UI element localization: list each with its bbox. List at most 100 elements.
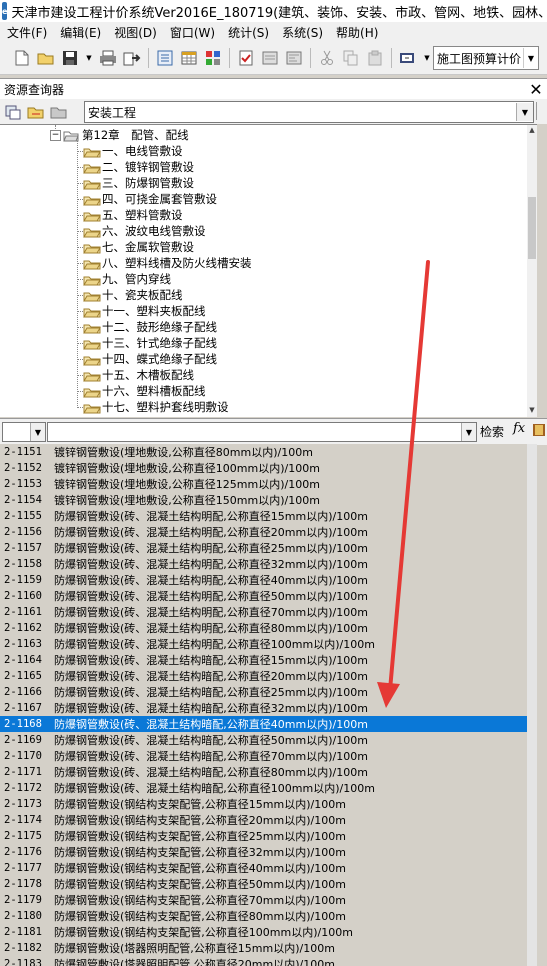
chevron-down-icon[interactable]: ▼	[461, 423, 476, 441]
tools-icon[interactable]	[398, 48, 418, 68]
table-row[interactable]: 2-1171 防爆钢管敷设(砖、混凝土结构暗配,公称直径80mm以内)/100m	[0, 764, 537, 780]
tree-node-section[interactable]: 四、可挠金属套管敷设	[83, 191, 217, 207]
table-row[interactable]: 2-1159 防爆钢管敷设(砖、混凝土结构明配,公称直径40mm以内)/100m	[0, 572, 537, 588]
tree-node-section[interactable]: 十六、塑料槽板配线	[83, 383, 206, 399]
table-icon[interactable]	[179, 48, 199, 68]
chevron-down-icon[interactable]: ▼	[523, 48, 538, 68]
scroll-down-icon[interactable]: ▼	[527, 405, 537, 415]
table-row[interactable]: 2-1152 镀锌钢管敷设(埋地敷设,公称直径100mm以内)/100m	[0, 460, 537, 476]
table-row[interactable]: 2-1178 防爆钢管敷设(钢结构支架配管,公称直径50mm以内)/100m	[0, 876, 537, 892]
table-row[interactable]: 2-1174 防爆钢管敷设(钢结构支架配管,公称直径20mm以内)/100m	[0, 812, 537, 828]
quota-code: 2-1160	[4, 590, 42, 602]
tree-node-section[interactable]: 六、波纹电线管敷设	[83, 223, 206, 239]
table-row[interactable]: 2-1158 防爆钢管敷设(砖、混凝土结构明配,公称直径32mm以内)/100m	[0, 556, 537, 572]
tools-dropdown-icon[interactable]: ▼	[422, 48, 432, 68]
table-row[interactable]: 2-1153 镀锌钢管敷设(埋地敷设,公称直径125mm以内)/100m	[0, 476, 537, 492]
formula-button[interactable]: fx	[513, 421, 525, 436]
table-row[interactable]: 2-1156 防爆钢管敷设(砖、混凝土结构明配,公称直径20mm以内)/100m	[0, 524, 537, 540]
open-folder-icon[interactable]	[26, 102, 46, 122]
table-row[interactable]: 2-1163 防爆钢管敷设(砖、混凝土结构明配,公称直径100mm以内)/100m	[0, 636, 537, 652]
table-row[interactable]: 2-1151 镀锌钢管敷设(埋地敷设,公称直径80mm以内)/100m	[0, 444, 537, 460]
menu-edit[interactable]: 编辑(E)	[53, 24, 107, 41]
menu-view[interactable]: 视图(D)	[107, 24, 163, 41]
table-row[interactable]: 2-1157 防爆钢管敷设(砖、混凝土结构明配,公称直径25mm以内)/100m	[0, 540, 537, 556]
tree-node-chapter-12[interactable]: − 第12章 配管、配线	[50, 127, 189, 143]
collapse-icon[interactable]: −	[50, 129, 61, 141]
table-row[interactable]: 2-1179 防爆钢管敷设(钢结构支架配管,公称直径70mm以内)/100m	[0, 892, 537, 908]
menu-statistics[interactable]: 统计(S)	[221, 24, 275, 41]
paste-icon[interactable]	[365, 48, 385, 68]
table-row[interactable]: 2-1161 防爆钢管敷设(砖、混凝土结构明配,公称直径70mm以内)/100m	[0, 604, 537, 620]
tree-node-section[interactable]: 一、电线管敷设	[83, 143, 183, 159]
table-row[interactable]: 2-1175 防爆钢管敷设(钢结构支架配管,公称直径25mm以内)/100m	[0, 828, 537, 844]
table-row[interactable]: 2-1167 防爆钢管敷设(砖、混凝土结构暗配,公称直径32mm以内)/100m	[0, 700, 537, 716]
tree-node-section[interactable]: 九、管内穿线	[83, 271, 171, 287]
category-select[interactable]: 安装工程 ▼	[84, 101, 534, 123]
copy-icon[interactable]	[341, 48, 361, 68]
tree-node-section[interactable]: 五、塑料管敷设	[83, 207, 183, 223]
table-row[interactable]: 2-1181 防爆钢管敷设(钢结构支架配管,公称直径100mm以内)/100m	[0, 924, 537, 940]
tree-node-section[interactable]: 三、防爆钢管敷设	[83, 175, 194, 191]
table-row[interactable]: 2-1170 防爆钢管敷设(砖、混凝土结构暗配,公称直径70mm以内)/100m	[0, 748, 537, 764]
new-file-icon[interactable]	[12, 48, 32, 68]
tree-node-section[interactable]: 八、塑料线槽及防火线槽安装	[83, 255, 252, 271]
export-icon[interactable]	[122, 48, 142, 68]
table-row[interactable]: 2-1155 防爆钢管敷设(砖、混凝土结构明配,公称直径15mm以内)/100m	[0, 508, 537, 524]
filter-select[interactable]: ▼	[2, 422, 46, 442]
tree-node-section[interactable]: 七、金属软管敷设	[83, 239, 194, 255]
tree-node-section[interactable]: 十二、鼓形绝缘子配线	[83, 319, 217, 335]
tree-node-section[interactable]: 十四、蝶式绝缘子配线	[83, 351, 217, 367]
close-icon[interactable]: ✕	[527, 80, 545, 99]
table-row[interactable]: 2-1172 防爆钢管敷设(砖、混凝土结构暗配,公称直径100mm以内)/100m	[0, 780, 537, 796]
table-row[interactable]: 2-1162 防爆钢管敷设(砖、混凝土结构明配,公称直径80mm以内)/100m	[0, 620, 537, 636]
table-row[interactable]: 2-1182 防爆钢管敷设(塔器照明配管,公称直径15mm以内)/100m	[0, 940, 537, 956]
chevron-down-icon[interactable]: ▼	[516, 103, 533, 121]
mode-select[interactable]: 施工图预算计价 ▼	[433, 46, 539, 70]
menu-window[interactable]: 窗口(W)	[163, 24, 221, 41]
table-row[interactable]: 2-1180 防爆钢管敷设(钢结构支架配管,公称直径80mm以内)/100m	[0, 908, 537, 924]
table-row-selected[interactable]: 2-1168 防爆钢管敷设(砖、混凝土结构暗配,公称直径40mm以内)/100m	[0, 716, 537, 732]
chevron-down-icon[interactable]: ▼	[30, 423, 45, 441]
check-icon[interactable]	[236, 48, 256, 68]
table-row[interactable]: 2-1183 防爆钢管敷设(塔器照明配管,公称直径20mm以内)/100m	[0, 956, 537, 966]
book-icon[interactable]	[532, 422, 546, 438]
table-row[interactable]: 2-1166 防爆钢管敷设(砖、混凝土结构暗配,公称直径25mm以内)/100m	[0, 684, 537, 700]
save-dropdown-icon[interactable]: ▼	[84, 48, 94, 68]
tree-node-section[interactable]: 十一、塑料夹板配线	[83, 303, 206, 319]
tree-scrollbar[interactable]: ▲ ▼	[527, 125, 537, 417]
table-row[interactable]: 2-1173 防爆钢管敷设(钢结构支架配管,公称直径15mm以内)/100m	[0, 796, 537, 812]
result-scrollbar[interactable]	[527, 444, 537, 966]
open-folder-icon[interactable]	[36, 48, 56, 68]
menu-system[interactable]: 系统(S)	[275, 24, 329, 41]
table-row[interactable]: 2-1154 镀锌钢管敷设(埋地敷设,公称直径150mm以内)/100m	[0, 492, 537, 508]
report2-icon[interactable]	[284, 48, 304, 68]
search-button[interactable]: 检索	[480, 423, 504, 440]
tree-node-section[interactable]: 十三、针式绝缘子配线	[83, 335, 217, 351]
calculator-icon[interactable]	[155, 48, 175, 68]
cut-icon[interactable]	[317, 48, 337, 68]
search-field[interactable]: ▼	[47, 422, 477, 442]
table-row[interactable]: 2-1176 防爆钢管敷设(钢结构支架配管,公称直径32mm以内)/100m	[0, 844, 537, 860]
table-row[interactable]: 2-1169 防爆钢管敷设(砖、混凝土结构暗配,公称直径50mm以内)/100m	[0, 732, 537, 748]
menu-file[interactable]: 文件(F)	[0, 24, 53, 41]
refresh-icon[interactable]	[3, 102, 23, 122]
print-icon[interactable]	[98, 48, 118, 68]
window-title: 天津市建设工程计价系统Ver2016E_180719(建筑、装饰、安装、市政、管…	[11, 5, 547, 21]
tree-expand-icon[interactable]	[49, 102, 69, 122]
tree-node-section[interactable]: 十五、木槽板配线	[83, 367, 194, 383]
menu-help[interactable]: 帮助(H)	[329, 24, 384, 41]
report-icon[interactable]	[260, 48, 280, 68]
tree-node-section[interactable]: 二、镀锌钢管敷设	[83, 159, 194, 175]
table-row[interactable]: 2-1165 防爆钢管敷设(砖、混凝土结构暗配,公称直径20mm以内)/100m	[0, 668, 537, 684]
tree-scroll-thumb[interactable]	[528, 197, 536, 259]
table-row[interactable]: 2-1160 防爆钢管敷设(砖、混凝土结构明配,公称直径50mm以内)/100m	[0, 588, 537, 604]
panel-toolbar: 安装工程 ▼	[0, 99, 547, 124]
tree-node-section[interactable]: 十、瓷夹板配线	[83, 287, 183, 303]
search-input[interactable]	[48, 423, 454, 439]
scroll-up-icon[interactable]: ▲	[527, 125, 537, 135]
table-row[interactable]: 2-1164 防爆钢管敷设(砖、混凝土结构暗配,公称直径15mm以内)/100m	[0, 652, 537, 668]
save-icon[interactable]	[60, 48, 80, 68]
grid-icon[interactable]	[203, 48, 223, 68]
table-row[interactable]: 2-1177 防爆钢管敷设(钢结构支架配管,公称直径40mm以内)/100m	[0, 860, 537, 876]
tree-node-section[interactable]: 十七、塑料护套线明敷设	[83, 399, 229, 415]
